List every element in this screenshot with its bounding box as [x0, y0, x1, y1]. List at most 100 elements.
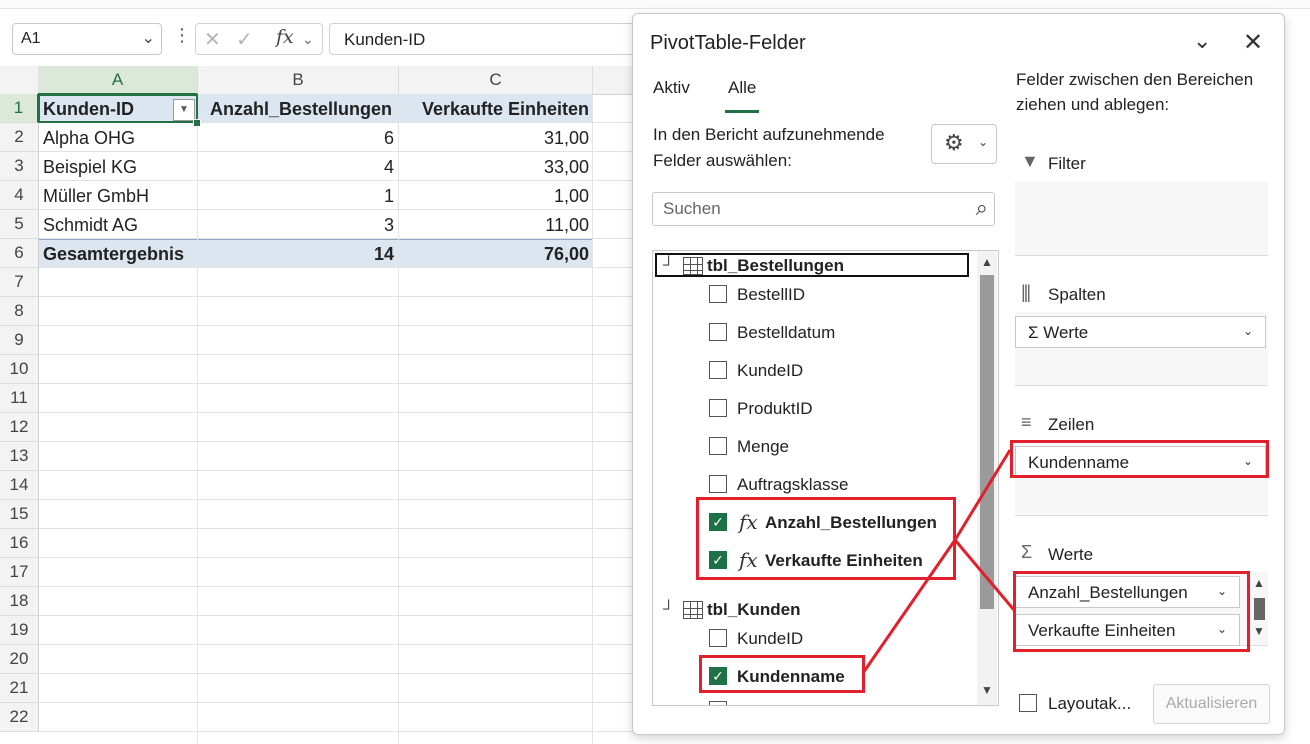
- name-box[interactable]: A1 ⌄: [12, 23, 162, 55]
- row-header-15[interactable]: 15: [0, 500, 39, 529]
- cell-b5[interactable]: 3: [198, 211, 394, 239]
- scroll-down-icon[interactable]: ▼: [977, 683, 997, 697]
- column-header-c[interactable]: C: [399, 66, 593, 95]
- field-settings-button[interactable]: ⚙ ⌄: [931, 124, 997, 164]
- cell-c5[interactable]: 11,00: [399, 211, 589, 239]
- spreadsheet-grid[interactable]: A B C 1 2 3 4 5 6 7 8 9 10 11 12 13 14 15 16 17 18 19 20 21 2…: [0, 66, 640, 744]
- checkbox[interactable]: [709, 361, 727, 379]
- chevron-down-icon[interactable]: ⌄: [302, 31, 314, 48]
- chevron-down-icon[interactable]: ⌄: [142, 28, 155, 48]
- collapse-icon[interactable]: ┘: [663, 257, 674, 275]
- row-header-22[interactable]: 22: [0, 703, 39, 732]
- scrollbar-thumb[interactable]: [1254, 598, 1265, 620]
- scroll-down-icon[interactable]: ▼: [1251, 624, 1267, 638]
- row-header-1[interactable]: 1: [0, 94, 39, 123]
- confirm-icon[interactable]: ✓: [236, 27, 253, 52]
- scroll-up-icon[interactable]: ▲: [1251, 576, 1267, 590]
- row-header-12[interactable]: 12: [0, 413, 39, 442]
- search-input[interactable]: [661, 197, 955, 221]
- column-header-a[interactable]: A: [38, 66, 198, 95]
- select-all-corner[interactable]: [0, 66, 39, 95]
- field-bestellid[interactable]: BestellID: [709, 283, 949, 309]
- table-tbl-kunden[interactable]: ┘ tbl_Kunden: [661, 599, 861, 623]
- row-header-4[interactable]: 4: [0, 181, 39, 210]
- cell-b6-total[interactable]: 14: [198, 240, 394, 268]
- field-menge[interactable]: Menge: [709, 435, 949, 461]
- checkbox[interactable]: [709, 475, 727, 493]
- field-produktid[interactable]: ProduktID: [709, 397, 949, 423]
- row-header-5[interactable]: 5: [0, 210, 39, 239]
- formula-input[interactable]: Kunden-ID: [329, 23, 651, 55]
- checkbox[interactable]: [709, 701, 727, 705]
- row-header-3[interactable]: 3: [0, 152, 39, 181]
- collapse-icon[interactable]: ┘: [663, 601, 674, 619]
- scroll-up-icon[interactable]: ▲: [977, 255, 997, 269]
- tab-alle[interactable]: Alle: [728, 78, 756, 98]
- pivot-header-anzahl[interactable]: Anzahl_Bestellungen: [198, 95, 392, 123]
- filter-area[interactable]: [1015, 182, 1268, 256]
- table-tbl-bestellungen[interactable]: ┘ tbl_Bestellungen: [661, 255, 971, 279]
- defer-layout-checkbox[interactable]: [1019, 694, 1037, 712]
- close-icon[interactable]: ✕: [1243, 28, 1263, 57]
- column-header-b[interactable]: B: [198, 66, 399, 95]
- row-header-16[interactable]: 16: [0, 529, 39, 558]
- row-header-11[interactable]: 11: [0, 384, 39, 413]
- ribbon-edge: [0, 0, 1310, 9]
- checkbox[interactable]: [709, 323, 727, 341]
- row-header-19[interactable]: 19: [0, 616, 39, 645]
- row-header-6[interactable]: 6: [0, 239, 39, 268]
- search-field[interactable]: ⌕: [652, 192, 995, 226]
- row-header-17[interactable]: 17: [0, 558, 39, 587]
- tab-aktiv[interactable]: Aktiv: [653, 78, 690, 98]
- gear-icon: ⚙: [944, 130, 964, 155]
- grid-line: [38, 499, 640, 500]
- cell-a6-total[interactable]: Gesamtergebnis: [43, 240, 193, 268]
- cell-a5[interactable]: Schmidt AG: [43, 211, 193, 239]
- row-header-13[interactable]: 13: [0, 442, 39, 471]
- cell-a3[interactable]: Beispiel KG: [43, 153, 193, 181]
- cell-c2[interactable]: 31,00: [399, 124, 589, 152]
- cell-b3[interactable]: 4: [198, 153, 394, 181]
- cell-a2[interactable]: Alpha OHG: [43, 124, 193, 152]
- field-kundeid[interactable]: KundeID: [709, 359, 949, 385]
- row-header-20[interactable]: 20: [0, 645, 39, 674]
- cell-c4[interactable]: 1,00: [399, 182, 589, 210]
- row-header-14[interactable]: 14: [0, 471, 39, 500]
- cell-a4[interactable]: Müller GmbH: [43, 182, 193, 210]
- refresh-button[interactable]: Aktualisieren: [1153, 684, 1270, 724]
- search-icon[interactable]: ⌕: [976, 195, 988, 221]
- active-cell-selection: [38, 94, 198, 123]
- chevron-down-icon[interactable]: ⌄: [1243, 324, 1253, 338]
- row-header-9[interactable]: 9: [0, 326, 39, 355]
- field-partial[interactable]: [709, 699, 949, 705]
- row-header-8[interactable]: 8: [0, 297, 39, 326]
- row-header-2[interactable]: 2: [0, 123, 39, 152]
- checkbox[interactable]: [709, 399, 727, 417]
- more-options-icon[interactable]: ⋮: [173, 25, 191, 46]
- checkbox[interactable]: [709, 285, 727, 303]
- cell-b2[interactable]: 6: [198, 124, 394, 152]
- cancel-icon[interactable]: ✕: [204, 27, 221, 52]
- pivot-header-einheiten[interactable]: Verkaufte Einheiten: [399, 95, 589, 123]
- field-auftragsklasse[interactable]: Auftragsklasse: [709, 473, 949, 499]
- checkbox[interactable]: [709, 629, 727, 647]
- checkbox[interactable]: [709, 437, 727, 455]
- row-header-18[interactable]: 18: [0, 587, 39, 616]
- cell-b4[interactable]: 1: [198, 182, 394, 210]
- pill-werte[interactable]: Σ Werte ⌄: [1015, 316, 1266, 348]
- row-header-21[interactable]: 21: [0, 674, 39, 703]
- field-kunden-kundeid[interactable]: KundeID: [709, 627, 949, 653]
- scrollbar-thumb[interactable]: [980, 275, 994, 609]
- field-list[interactable]: ┘ tbl_Bestellungen BestellID Bestelldatu…: [652, 250, 999, 706]
- values-scrollbar[interactable]: ▲ ▼: [1251, 576, 1267, 642]
- cell-c6-total[interactable]: 76,00: [399, 240, 589, 268]
- field-bestelldatum[interactable]: Bestelldatum: [709, 321, 949, 347]
- field-list-scrollbar[interactable]: ▲ ▼: [977, 251, 997, 705]
- row-header-7[interactable]: 7: [0, 268, 39, 297]
- fill-handle[interactable]: [193, 119, 201, 127]
- grid-line: [38, 644, 640, 645]
- chevron-down-icon[interactable]: ⌄: [1193, 28, 1211, 54]
- insert-function-icon[interactable]: fx: [276, 26, 294, 48]
- row-header-10[interactable]: 10: [0, 355, 39, 384]
- cell-c3[interactable]: 33,00: [399, 153, 589, 181]
